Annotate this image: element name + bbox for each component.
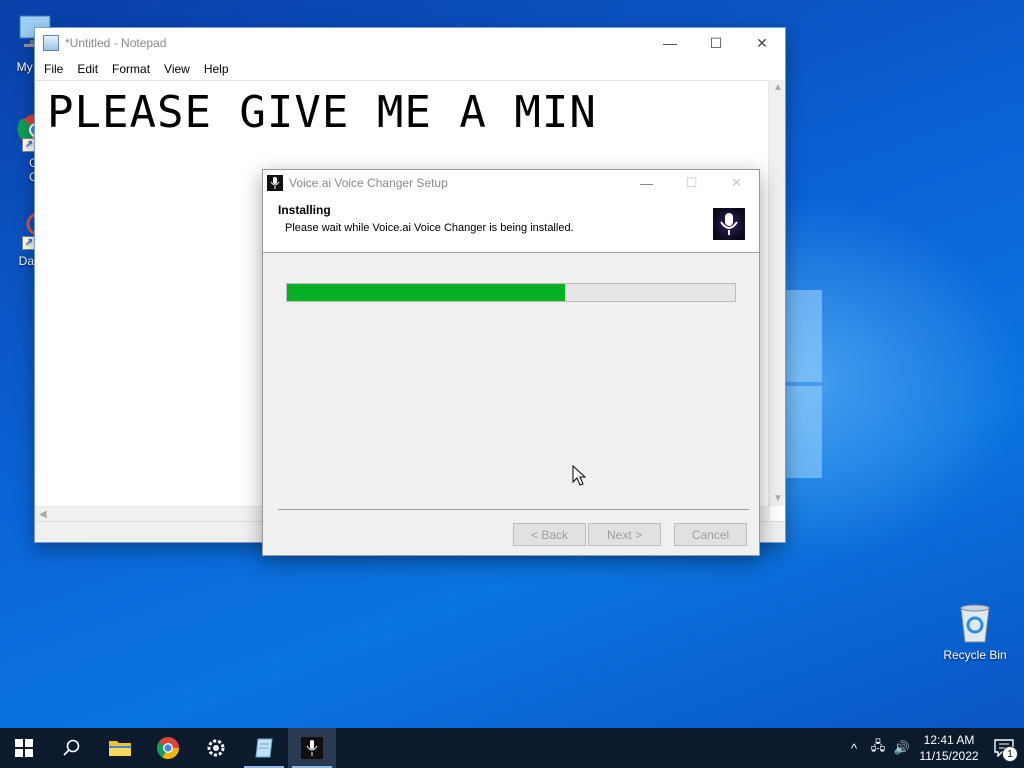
clock-time: 12:41 AM [923, 733, 975, 747]
search-icon [63, 739, 80, 756]
taskbar-file-explorer[interactable] [96, 728, 144, 768]
close-button: ✕ [731, 175, 742, 190]
menu-view[interactable]: View [157, 62, 197, 76]
notification-button[interactable]: 1 [984, 728, 1024, 768]
taskbar: ^ 🖧 🔊 12:41 AM 11/15/2022 1 [0, 728, 1024, 768]
next-button[interactable]: Next > [588, 523, 661, 546]
installer-title: Voice.ai Voice Changer Setup [289, 176, 448, 190]
minimize-button[interactable]: — [624, 170, 669, 196]
progress-fill [287, 284, 565, 301]
editor-content: PLEASE GIVE ME A MIN [47, 87, 597, 138]
installer-titlebar[interactable]: Voice.ai Voice Changer Setup — ☐ ✕ [263, 170, 759, 196]
start-icon [15, 739, 33, 757]
divider [278, 509, 749, 510]
system-tray: ^ 🖧 🔊 12:41 AM 11/15/2022 1 [842, 728, 1024, 768]
maximize-button: ☐ [685, 175, 698, 190]
scroll-up-icon[interactable]: ▲ [773, 82, 783, 93]
wallpaper-logo-pane [786, 386, 822, 478]
network-icon[interactable]: 🖧 [866, 737, 890, 759]
wallpaper-logo-pane [786, 290, 822, 382]
desktop-icon-label: Recycle Bin [943, 648, 1007, 662]
voice-ai-icon [301, 737, 323, 759]
menu-bar: File Edit Format View Help [35, 58, 785, 80]
taskbar-voice-ai[interactable] [288, 728, 336, 768]
menu-help[interactable]: Help [197, 62, 236, 76]
install-progress-bar [286, 283, 736, 302]
voice-ai-logo-icon [713, 208, 745, 240]
notification-badge: 1 [1002, 746, 1018, 762]
volume-icon[interactable]: 🔊 [890, 740, 914, 756]
taskbar-chrome[interactable] [144, 728, 192, 768]
back-button[interactable]: < Back [513, 523, 586, 546]
recycle-bin-icon [953, 600, 997, 644]
voice-ai-icon [267, 175, 283, 191]
installer-header: Installing Please wait while Voice.ai Vo… [263, 196, 759, 253]
search-button[interactable] [48, 728, 96, 768]
menu-format[interactable]: Format [105, 62, 157, 76]
mouse-cursor-icon [572, 465, 586, 486]
settings-icon [207, 739, 225, 757]
menu-file[interactable]: File [37, 62, 70, 76]
taskbar-notepad[interactable] [240, 728, 288, 768]
menu-edit[interactable]: Edit [70, 62, 105, 76]
close-button[interactable]: ✕ [739, 28, 785, 58]
vertical-scrollbar[interactable]: ▲ ▼ [768, 80, 785, 506]
notepad-icon [255, 738, 273, 758]
scroll-left-icon[interactable]: ◀ [39, 509, 47, 520]
clock[interactable]: 12:41 AM 11/15/2022 [914, 732, 984, 764]
file-explorer-icon [109, 741, 131, 756]
page-title: Installing [278, 203, 331, 217]
notepad-titlebar[interactable]: *Untitled - Notepad — ☐ ✕ [35, 28, 785, 58]
maximize-button[interactable]: ☐ [693, 28, 739, 58]
notepad-icon [43, 35, 59, 51]
minimize-button[interactable]: — [647, 28, 693, 58]
clock-date: 11/15/2022 [919, 749, 979, 763]
start-button[interactable] [0, 728, 48, 768]
window-title: *Untitled - Notepad [65, 36, 167, 50]
cancel-button[interactable]: Cancel [674, 523, 747, 546]
chevron-up-icon[interactable]: ^ [842, 741, 866, 756]
scroll-down-icon[interactable]: ▼ [773, 493, 783, 504]
chrome-icon [157, 737, 179, 759]
page-subtitle: Please wait while Voice.ai Voice Changer… [285, 222, 574, 234]
installer-window[interactable]: Voice.ai Voice Changer Setup — ☐ ✕ Insta… [262, 169, 760, 556]
desktop-icon-recycle-bin[interactable]: Recycle Bin [937, 600, 1013, 662]
taskbar-settings[interactable] [192, 728, 240, 768]
